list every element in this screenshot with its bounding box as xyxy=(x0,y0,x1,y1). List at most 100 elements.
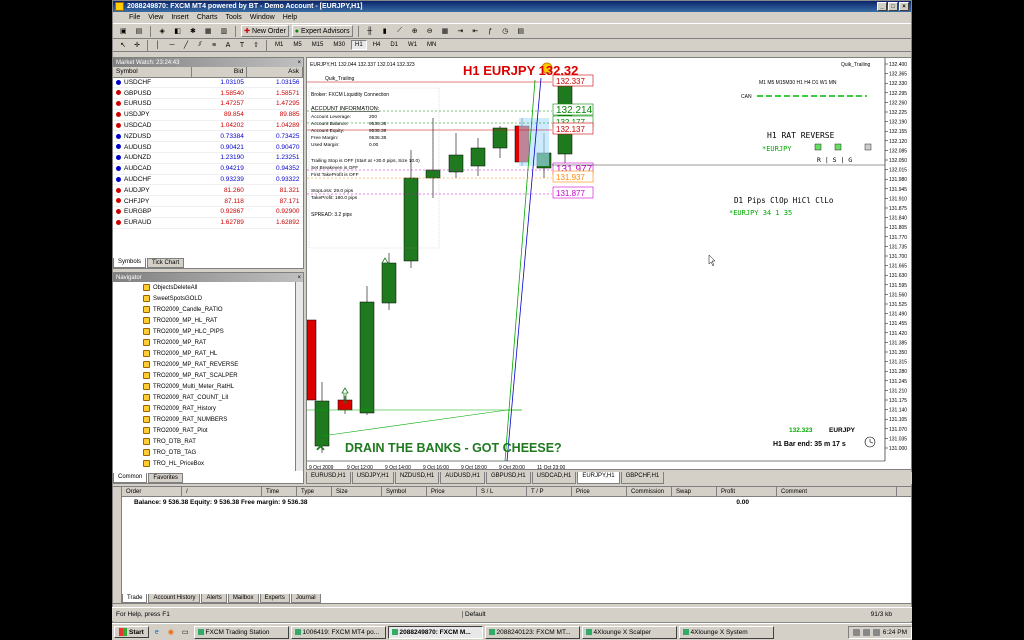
navigator-item[interactable]: TRO_HL_PriceBox xyxy=(143,458,303,469)
vertical-line-icon[interactable]: │ xyxy=(152,39,164,51)
tab-favorites[interactable]: Favorites xyxy=(148,473,184,483)
minimize-button[interactable]: _ xyxy=(877,2,887,11)
terminal-tab[interactable]: Account History xyxy=(148,594,201,603)
text-icon[interactable]: A xyxy=(222,39,234,51)
taskbar-task[interactable]: 4Xlounge X System xyxy=(678,625,774,639)
market-watch-row[interactable]: GBPUSD 1.58540 1.58571 xyxy=(113,87,303,100)
chart-tab[interactable]: AUDUSD,H1 xyxy=(440,472,485,484)
zoom-out-icon[interactable]: ⊖ xyxy=(424,25,436,37)
tray-volume-icon[interactable] xyxy=(862,628,870,636)
taskbar-task[interactable]: 2088249870: FXCM M... xyxy=(387,625,483,639)
terminal-column-header[interactable]: Type xyxy=(297,486,332,497)
tray-network-icon[interactable] xyxy=(852,628,860,636)
status-profile[interactable]: Default xyxy=(462,611,622,618)
menu-charts[interactable]: Charts xyxy=(197,14,218,21)
terminal-column-header[interactable]: Comment xyxy=(777,486,897,497)
terminal-column-header[interactable]: Price xyxy=(427,486,477,497)
data-window-icon[interactable]: ◧ xyxy=(171,25,184,37)
indicators-icon[interactable]: ƒ xyxy=(484,25,496,37)
market-watch-icon[interactable]: ◈ xyxy=(156,25,168,37)
zoom-in-icon[interactable]: ⊕ xyxy=(409,25,421,37)
periods-icon[interactable]: ◷ xyxy=(499,25,511,37)
line-chart-icon[interactable]: ⟋ xyxy=(394,25,406,37)
balance-row[interactable]: Balance: 9 536.38 Equity: 9 536.38 Free … xyxy=(122,497,911,508)
candlestick-icon[interactable]: ▮ xyxy=(379,25,391,37)
new-chart-icon[interactable]: ▣ xyxy=(117,25,130,37)
timeframe-m5[interactable]: M5 xyxy=(289,40,305,50)
terminal-column-header[interactable]: / xyxy=(182,486,262,497)
chart-tab[interactable]: GBPUSD,H1 xyxy=(485,472,531,484)
chart-tab[interactable]: USDCAD,H1 xyxy=(531,472,577,484)
navigator-item[interactable]: TRO2009_MP_RAT_REVERSE xyxy=(143,359,303,370)
market-watch-row[interactable]: USDCAD 1.04202 1.04289 xyxy=(113,120,303,132)
crosshair-icon[interactable]: ✛ xyxy=(131,39,143,51)
terminal-column-header[interactable]: Size xyxy=(332,486,382,497)
terminal-column-header[interactable]: Swap xyxy=(672,486,717,497)
market-watch-row[interactable]: AUDCHF 0.93239 0.93322 xyxy=(113,174,303,186)
taskbar-task[interactable]: 1006419: FXCM MT4 po... xyxy=(290,625,386,639)
terminal-column-header[interactable]: Time xyxy=(262,486,297,497)
start-button[interactable]: Start xyxy=(114,626,149,638)
timeframe-w1[interactable]: W1 xyxy=(404,40,421,50)
templates-icon[interactable]: ▤ xyxy=(514,25,527,37)
timeframe-d1[interactable]: D1 xyxy=(386,40,402,50)
menu-view[interactable]: View xyxy=(148,14,163,21)
cursor-icon[interactable]: ↖ xyxy=(117,39,129,51)
terminal-column-header[interactable]: Commission xyxy=(627,486,672,497)
chart-window[interactable]: 132.400 132.365 132.330 132.295 132.260 132.2… xyxy=(306,57,912,470)
tab-symbols[interactable]: Symbols xyxy=(113,258,147,268)
navigator-item[interactable]: TRO2009_Candle_RATIO xyxy=(143,304,303,315)
close-button[interactable]: × xyxy=(899,2,909,11)
terminal-column-header[interactable]: Symbol xyxy=(382,486,427,497)
market-watch-row[interactable]: NZDUSD 0.73384 0.73425 xyxy=(113,130,303,143)
chart-tab[interactable]: NZDUSD,H1 xyxy=(394,472,440,484)
navigator-item[interactable]: TRO2009_MP_HLC_PIPS xyxy=(143,326,303,337)
tab-tick-chart[interactable]: Tick Chart xyxy=(147,258,185,268)
terminal-icon[interactable]: ▦ xyxy=(202,25,215,37)
navigator-item[interactable]: TRO2009_RAT_History xyxy=(143,403,303,414)
quick-launch-firefox-icon[interactable]: ◉ xyxy=(165,626,177,638)
taskbar-task[interactable]: 2088240123: FXCM MT... xyxy=(484,625,580,639)
market-watch-row[interactable]: EURAUD 1.62789 1.62892 xyxy=(113,217,303,229)
timeframe-h4[interactable]: H4 xyxy=(369,40,385,50)
market-watch-row[interactable]: USDJPY 89.854 89.885 xyxy=(113,109,303,121)
navigator-item[interactable]: TRO2009_MP_RAT xyxy=(143,337,303,348)
quick-launch-ie-icon[interactable]: e xyxy=(151,626,163,638)
timeframe-m15[interactable]: M15 xyxy=(308,40,328,50)
terminal-tab[interactable]: Alerts xyxy=(201,594,227,603)
taskbar-task[interactable]: FXCM Trading Station xyxy=(193,625,289,639)
market-watch-row[interactable]: EURGBP 0.92867 0.92900 xyxy=(113,206,303,218)
navigator-item[interactable]: ObjectsDeleteAll xyxy=(143,282,303,293)
chart-shift-icon[interactable]: ⇤ xyxy=(469,25,481,37)
chart-tab[interactable]: USDJPY,H1 xyxy=(351,472,394,484)
bar-chart-icon[interactable]: ╫ xyxy=(364,25,376,37)
expert-advisors-button[interactable]: ● Expert Advisors xyxy=(291,25,353,37)
terminal-column-header[interactable]: Profit xyxy=(717,486,777,497)
navigator-item[interactable]: TRO_DTB_RAT xyxy=(143,436,303,447)
market-watch-row[interactable]: AUDCAD 0.94219 0.94352 xyxy=(113,163,303,175)
navigator-icon[interactable]: ✱ xyxy=(187,25,199,37)
menu-file[interactable]: File xyxy=(129,14,140,21)
terminal-column-header[interactable]: Order xyxy=(122,486,182,497)
quick-launch-desktop-icon[interactable]: ▭ xyxy=(179,626,192,638)
chart-tab[interactable]: EURUSD,H1 xyxy=(306,472,351,484)
fibonacci-icon[interactable]: ≡ xyxy=(208,39,220,51)
column-header-symbol[interactable]: Symbol xyxy=(113,67,192,78)
navigator-item[interactable]: TRO2009_MP_HL_RAT xyxy=(143,315,303,326)
timeframe-m30[interactable]: M30 xyxy=(329,40,349,50)
navigator-item[interactable]: TRO2009_Multi_Meter_RatHL xyxy=(143,381,303,392)
column-header-bid[interactable]: Bid xyxy=(191,67,248,78)
market-watch-row[interactable]: EURUSD 1.47257 1.47295 xyxy=(113,98,303,110)
navigator-item[interactable]: TRO2009_MP_RAT_HL xyxy=(143,348,303,359)
terminal-tab[interactable]: Journal xyxy=(290,594,321,603)
tester-icon[interactable]: ▥ xyxy=(218,25,231,37)
terminal-column-header[interactable]: Price xyxy=(572,486,627,497)
taskbar-task[interactable]: 4Xlounge X Scalper xyxy=(581,625,677,639)
navigator-item[interactable]: TRO_DTB_TAG xyxy=(143,447,303,458)
market-watch-row[interactable]: AUDJPY 81.260 81.321 xyxy=(113,184,303,197)
maximize-button[interactable]: □ xyxy=(888,2,898,11)
column-header-ask[interactable]: Ask xyxy=(246,67,303,78)
label-icon[interactable]: T xyxy=(236,39,248,51)
trendline-icon[interactable]: ╱ xyxy=(180,39,192,51)
profiles-icon[interactable]: ▤ xyxy=(133,25,146,37)
